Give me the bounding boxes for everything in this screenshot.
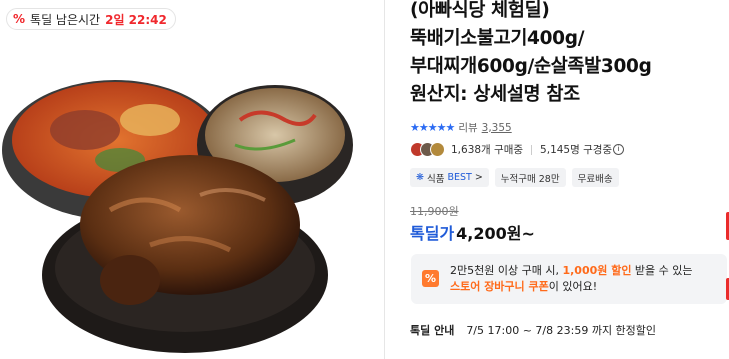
percent-icon: %: [13, 12, 26, 26]
deal-timer-badge: % 톡딜 남은시간 2일 22:42: [6, 8, 176, 30]
deal-price: 4,200원~: [456, 224, 535, 243]
tag-prefix: 식품: [426, 173, 445, 185]
price-row: 톡딜가 4,200원~: [410, 220, 535, 244]
tag-label: 무료배송: [577, 173, 613, 185]
deal-info-label: 톡딜 안내: [410, 324, 455, 337]
coupon-text-part: 2만5천원 이상 구매 시,: [450, 264, 563, 277]
product-title-line: 원산지: 상세설명 참조: [410, 84, 580, 105]
coupon-text-part: 이 있어요!: [548, 280, 598, 293]
product-info: (아빠식당 체험딜) 뚝배기소불고기400g/ 부대찌개600g/순살족발300…: [410, 0, 728, 359]
coupon-icon: %: [422, 270, 439, 287]
divider: [384, 0, 385, 359]
deal-timer-value: 2일 22:42: [105, 12, 167, 27]
viewers-count: 5,145명 구경중: [540, 144, 613, 156]
tag-label: 누적구매 28만: [500, 173, 560, 185]
product-title-line: (아빠식당 체험딜): [410, 0, 550, 21]
coupon-text-part: 받을 수 있는: [631, 264, 693, 277]
deal-info: 톡딜 안내 7/5 17:00 ~ 7/8 23:59 까지 한정할인: [410, 322, 656, 338]
deal-timer-label: 톡딜 남은시간: [30, 12, 101, 27]
buyers-count: 1,638개 구매중: [451, 144, 524, 156]
product-title-line: 뚝배기소불고기400g/: [410, 28, 585, 49]
deal-info-text: 7/5 17:00 ~ 7/8 23:59 까지 한정할인: [466, 324, 657, 337]
coupon-name: 스토어 장바구니 쿠폰: [450, 280, 549, 293]
product-title: (아빠식당 체험딜) 뚝배기소불고기400g/ 부대찌개600g/순살족발300…: [410, 0, 728, 109]
tag-cumulative-purchases: 누적구매 28만: [494, 168, 566, 187]
tag-list: ❋ 식품 BEST > 누적구매 28만 무료배송: [410, 168, 619, 187]
coupon-banner[interactable]: % 2만5천원 이상 구매 시, 1,000원 할인 받을 수 있는 스토어 장…: [411, 254, 727, 304]
product-title-line: 부대찌개600g/순살족발300g: [410, 56, 652, 77]
review-label: 리뷰: [458, 122, 478, 134]
coupon-text: 2만5천원 이상 구매 시, 1,000원 할인 받을 수 있는 스토어 장바구…: [450, 263, 693, 295]
avatar: [430, 142, 445, 157]
chevron-right-icon: >: [474, 172, 483, 183]
info-icon[interactable]: i: [613, 144, 625, 155]
tag-free-shipping: 무료배송: [571, 168, 619, 187]
deal-price-label: 톡딜가: [410, 224, 455, 243]
buyer-avatars: [410, 142, 445, 157]
coupon-discount: 1,000원 할인: [562, 264, 632, 277]
tag-label: BEST: [447, 172, 472, 183]
original-price: 11,900원: [410, 205, 459, 218]
best-badge-icon: ❋: [416, 172, 424, 183]
review-count-link[interactable]: 3,355: [482, 122, 512, 134]
star-rating-icon: ★★★★★: [410, 121, 455, 134]
rating-row[interactable]: ★★★★★ 리뷰 3,355: [410, 120, 512, 135]
product-image[interactable]: % 톡딜 남은시간 2일 22:42: [0, 0, 384, 359]
food-photo: [2, 80, 353, 353]
tag-food-best[interactable]: ❋ 식품 BEST >: [410, 168, 489, 187]
separator: [531, 144, 533, 155]
buyer-stats: 1,638개 구매중 5,145명 구경중 i: [410, 142, 625, 157]
